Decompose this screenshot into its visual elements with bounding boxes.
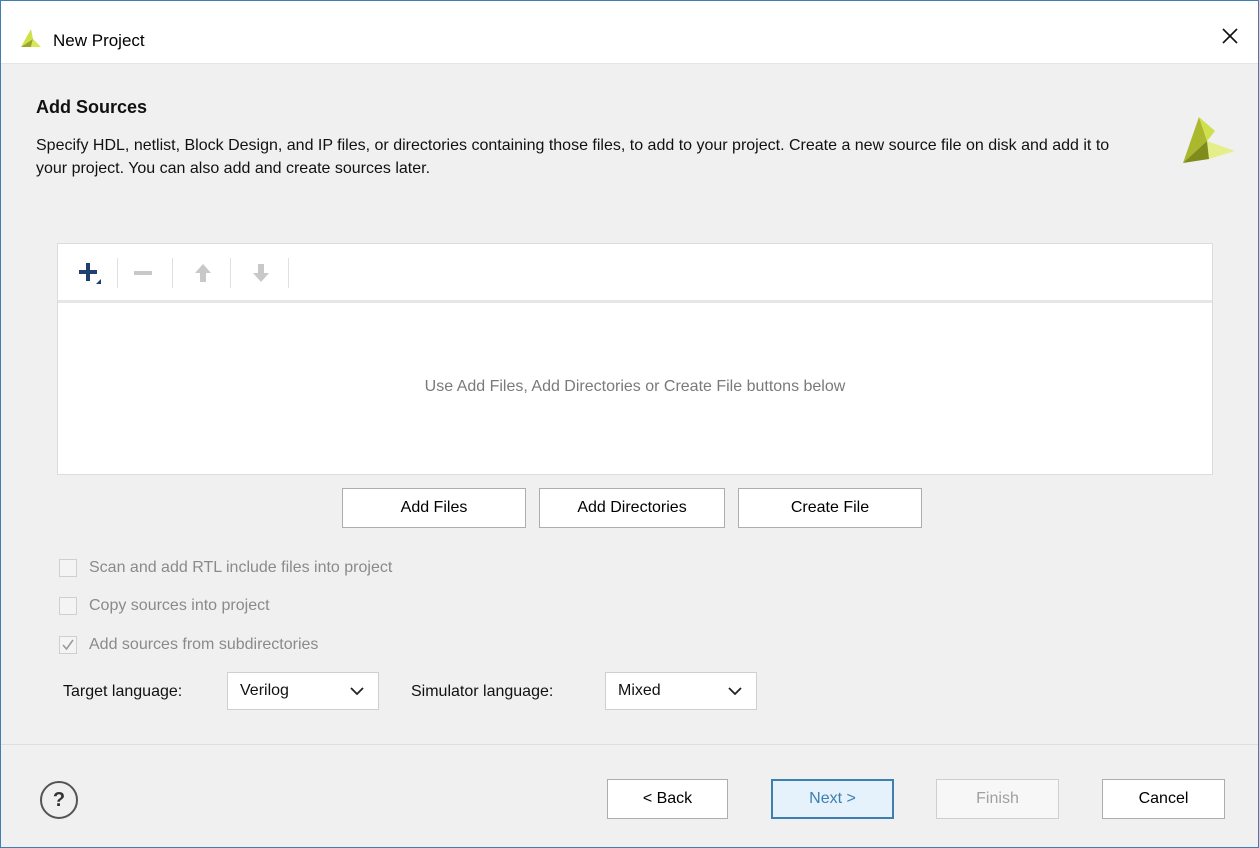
copy-sources-label: Copy sources into project [89, 597, 270, 614]
toolbar-separator [172, 258, 173, 288]
remove-button[interactable] [128, 258, 158, 288]
title-bar: New Project [1, 1, 1258, 64]
sources-toolbar [58, 244, 1212, 303]
add-plus-icon [79, 263, 101, 284]
toolbar-separator [230, 258, 231, 288]
vivado-logo-icon [21, 29, 41, 47]
close-button[interactable] [1212, 21, 1248, 51]
next-button[interactable]: Next > [771, 779, 894, 819]
scan-rtl-include-label: Scan and add RTL include files into proj… [89, 559, 393, 576]
move-down-button[interactable] [246, 258, 276, 288]
footer-divider [1, 744, 1258, 745]
cancel-button[interactable]: Cancel [1102, 779, 1225, 819]
page-description: Specify HDL, netlist, Block Design, and … [36, 137, 1110, 177]
copy-sources-checkbox[interactable] [59, 597, 77, 615]
help-button[interactable]: ? [40, 781, 78, 819]
scan-rtl-include-option: Scan and add RTL include files into proj… [59, 557, 392, 579]
target-language-label: Target language: [63, 683, 183, 700]
remove-minus-icon [134, 271, 152, 275]
toolbar-separator [117, 258, 118, 288]
sources-empty-hint: Use Add Files, Add Directories or Create… [424, 378, 846, 395]
chevron-down-icon [350, 687, 364, 696]
sources-panel: Use Add Files, Add Directories or Create… [57, 243, 1213, 475]
add-directories-button[interactable]: Add Directories [539, 488, 725, 528]
add-button[interactable] [74, 258, 104, 288]
move-down-icon [253, 264, 269, 282]
chevron-down-icon [728, 687, 742, 696]
move-up-icon [195, 264, 211, 282]
window-title: New Project [53, 31, 145, 50]
target-language-select[interactable]: Verilog [227, 672, 379, 710]
simulator-language-label: Simulator language: [411, 683, 554, 700]
simulator-language-select[interactable]: Mixed [605, 672, 757, 710]
finish-button[interactable]: Finish [936, 779, 1059, 819]
add-files-button[interactable]: Add Files [342, 488, 526, 528]
checkmark-icon [62, 639, 74, 651]
copy-sources-option: Copy sources into project [59, 595, 270, 617]
create-file-button[interactable]: Create File [738, 488, 922, 528]
move-up-button[interactable] [188, 258, 218, 288]
scan-rtl-include-checkbox[interactable] [59, 559, 77, 577]
add-subdirectories-label: Add sources from subdirectories [89, 636, 319, 653]
back-button[interactable]: < Back [607, 779, 728, 819]
close-icon [1222, 28, 1238, 44]
simulator-language-value: Mixed [618, 682, 661, 699]
add-subdirectories-checkbox[interactable] [59, 636, 77, 654]
vivado-logo-icon [1183, 117, 1235, 163]
new-project-dialog: New Project Add Sources Specify HDL, net… [0, 0, 1259, 848]
add-subdirectories-option: Add sources from subdirectories [59, 634, 318, 656]
target-language-value: Verilog [240, 682, 289, 699]
help-icon: ? [52, 788, 66, 811]
page-title: Add Sources [36, 97, 148, 117]
toolbar-separator [288, 258, 289, 288]
